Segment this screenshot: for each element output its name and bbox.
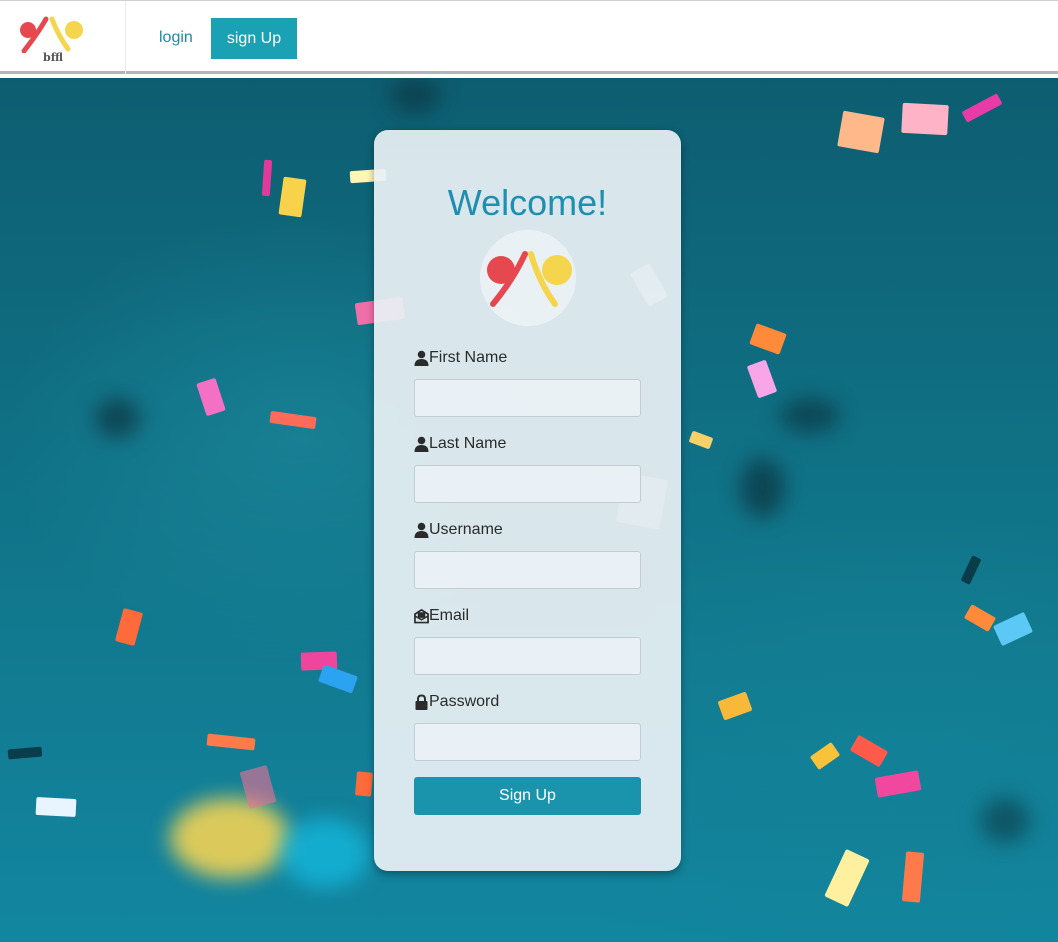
card-logo xyxy=(480,230,576,326)
confetti-piece xyxy=(278,176,307,218)
confetti-piece xyxy=(688,430,714,450)
username-label-text: Username xyxy=(429,521,503,538)
password-label-text: Password xyxy=(429,693,500,710)
user-icon xyxy=(414,350,429,366)
confetti-piece xyxy=(318,664,358,694)
lock-icon xyxy=(415,694,428,710)
confetti-piece xyxy=(206,733,256,751)
confetti-piece xyxy=(114,607,144,647)
confetti-piece xyxy=(354,771,374,797)
bokeh-blob xyxy=(780,398,840,433)
confetti-piece xyxy=(837,110,885,154)
envelope-open-icon xyxy=(414,608,429,624)
nav-signup-button[interactable]: sign Up xyxy=(211,18,297,59)
confetti-piece xyxy=(261,159,273,197)
confetti-piece xyxy=(746,359,778,399)
signup-submit-button[interactable]: Sign Up xyxy=(414,777,641,815)
user-icon xyxy=(414,522,429,538)
first-name-label-text: First Name xyxy=(429,349,508,366)
confetti-piece xyxy=(809,741,841,771)
confetti-piece xyxy=(961,93,1003,123)
confetti-piece xyxy=(7,746,43,760)
top-navbar: bffl login sign Up xyxy=(0,0,1058,74)
last-name-label-text: Last Name xyxy=(429,435,507,452)
confetti-piece xyxy=(749,323,787,355)
bokeh-blob xyxy=(390,78,440,113)
confetti-piece xyxy=(824,848,870,908)
confetti-piece xyxy=(196,377,226,417)
nav-login-link[interactable]: login xyxy=(159,29,193,47)
confetti-piece xyxy=(849,734,889,768)
bokeh-blob xyxy=(980,798,1030,843)
brand-name: bffl xyxy=(43,51,63,64)
bffl-logo-icon xyxy=(20,16,83,53)
email-input[interactable] xyxy=(414,637,641,675)
bffl-logo-icon xyxy=(487,251,572,307)
confetti-piece xyxy=(901,102,949,136)
password-label: Password xyxy=(414,693,499,711)
bokeh-blob xyxy=(170,798,290,878)
confetti-piece xyxy=(269,410,317,430)
confetti-piece xyxy=(992,611,1034,647)
last-name-input[interactable] xyxy=(414,465,641,503)
welcome-heading: Welcome! xyxy=(447,182,608,223)
username-label: Username xyxy=(414,521,503,539)
email-label-text: Email xyxy=(429,607,470,624)
bokeh-blob xyxy=(740,458,785,518)
confetti-piece xyxy=(874,770,922,798)
email-label: Email xyxy=(414,607,469,625)
confetti-piece xyxy=(960,555,982,585)
password-input[interactable] xyxy=(414,723,641,761)
first-name-input[interactable] xyxy=(414,379,641,417)
username-input[interactable] xyxy=(414,551,641,589)
user-icon xyxy=(414,436,429,452)
confetti-piece xyxy=(963,604,997,632)
last-name-label: Last Name xyxy=(414,435,506,453)
confetti-piece xyxy=(901,851,925,903)
confetti-piece xyxy=(35,796,77,818)
brand-logo[interactable]: bffl xyxy=(0,1,126,74)
first-name-label: First Name xyxy=(414,349,507,367)
bokeh-blob xyxy=(95,398,140,438)
confetti-piece xyxy=(717,691,753,721)
signup-card: Welcome! First Name Last Name Username E… xyxy=(374,130,681,871)
bokeh-blob xyxy=(280,818,370,888)
